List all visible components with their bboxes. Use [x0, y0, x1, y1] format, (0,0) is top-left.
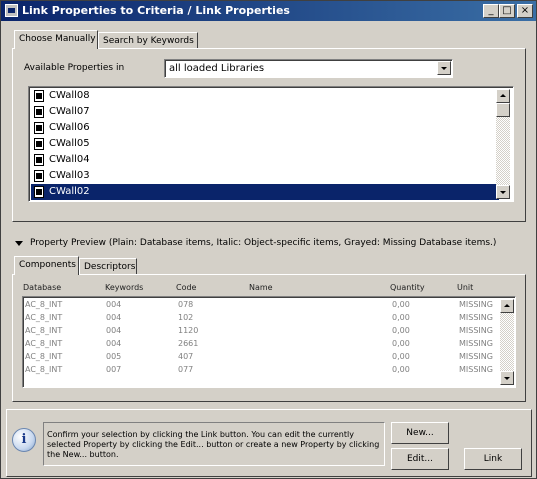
cell-code: 102 — [178, 313, 194, 322]
cell-unit: MISSING — [459, 365, 493, 374]
list-item-label: CWall03 — [49, 170, 90, 181]
library-select-value: all loaded Libraries — [169, 63, 265, 74]
edit-button-label: Edit... — [406, 454, 433, 464]
list-item[interactable]: CWall07 — [31, 104, 499, 120]
scroll-track[interactable] — [496, 117, 510, 185]
list-item-label: CWall02 — [49, 186, 90, 197]
property-icon — [34, 170, 44, 182]
property-preview-label: Property Preview (Plain: Database items,… — [30, 238, 497, 248]
column-header-keywords: Keywords — [105, 283, 144, 292]
link-button[interactable]: Link — [464, 448, 522, 470]
cell-database: AC_8_INT — [25, 339, 63, 348]
title-bar[interactable]: Link Properties to Criteria / Link Prope… — [1, 1, 536, 21]
app-icon — [5, 4, 18, 17]
column-header-code: Code — [176, 283, 197, 292]
cell-unit: MISSING — [459, 300, 493, 309]
close-button[interactable]: × — [517, 4, 533, 18]
info-icon — [12, 428, 36, 452]
info-message: Confirm your selection by clicking the L… — [43, 422, 385, 466]
components-table[interactable]: AC_8_INT 004 078 0,00 MISSING AC_8_INT 0… — [22, 296, 516, 388]
window-title: Link Properties to Criteria / Link Prope… — [22, 4, 290, 17]
edit-button[interactable]: Edit... — [391, 448, 449, 470]
list-item-label: CWall07 — [49, 106, 90, 117]
property-icon — [34, 122, 44, 134]
list-item-label: CWall05 — [49, 138, 90, 149]
cell-code: 407 — [178, 352, 194, 361]
cell-keywords: 004 — [106, 313, 122, 322]
cell-unit: MISSING — [459, 313, 493, 322]
property-icon — [34, 106, 44, 118]
property-icon — [34, 138, 44, 150]
library-select[interactable]: all loaded Libraries — [164, 59, 453, 78]
column-header-name: Name — [249, 283, 273, 292]
list-item[interactable]: CWall05 — [31, 136, 499, 152]
cell-keywords: 007 — [106, 365, 122, 374]
cell-database: AC_8_INT — [25, 326, 63, 335]
property-icon — [34, 154, 44, 166]
cell-quantity: 0,00 — [392, 313, 410, 322]
property-icon — [34, 90, 44, 102]
collapse-triangle-icon[interactable] — [15, 241, 23, 246]
list-item[interactable]: CWall08 — [31, 88, 499, 104]
column-header-database: Database — [23, 283, 62, 292]
cell-quantity: 0,00 — [392, 365, 410, 374]
list-item-selected[interactable]: CWall02 — [31, 184, 499, 200]
minimize-button[interactable]: _ — [483, 4, 499, 18]
available-properties-label: Available Properties in — [24, 63, 125, 73]
components-table-scrollbar[interactable] — [500, 299, 514, 385]
scroll-thumb[interactable] — [496, 103, 510, 117]
property-icon — [34, 186, 44, 198]
cell-database: AC_8_INT — [25, 300, 63, 309]
list-item-label: CWall06 — [49, 122, 90, 133]
new-button-label: New... — [406, 428, 434, 438]
tab-components[interactable]: Components — [14, 256, 79, 275]
tab-search-by-keywords[interactable]: Search by Keywords — [98, 32, 198, 49]
new-button[interactable]: New... — [391, 422, 449, 444]
cell-code: 077 — [178, 365, 194, 374]
cell-database: AC_8_INT — [25, 352, 63, 361]
cell-keywords: 004 — [106, 300, 122, 309]
cell-keywords: 004 — [106, 326, 122, 335]
scroll-down-icon[interactable] — [500, 371, 514, 385]
maximize-button[interactable]: □ — [499, 4, 515, 18]
cell-unit: MISSING — [459, 352, 493, 361]
scroll-up-icon[interactable] — [496, 89, 510, 103]
cell-database: AC_8_INT — [25, 313, 63, 322]
list-item[interactable]: CWall04 — [31, 152, 499, 168]
cell-unit: MISSING — [459, 326, 493, 335]
cell-code: 078 — [178, 300, 194, 309]
list-item-label: CWall04 — [49, 154, 90, 165]
property-list[interactable]: CWall08 CWall07 CWall06 CWall05 CWall04 … — [28, 86, 514, 202]
chevron-down-icon[interactable] — [437, 61, 451, 75]
scroll-up-icon[interactable] — [500, 299, 514, 313]
cell-code: 2661 — [178, 339, 199, 348]
cell-unit: MISSING — [459, 339, 493, 348]
cell-quantity: 0,00 — [392, 300, 410, 309]
list-item-label: CWall08 — [49, 90, 90, 101]
property-list-scrollbar[interactable] — [496, 89, 510, 199]
scroll-track[interactable] — [500, 313, 514, 371]
link-button-label: Link — [483, 454, 503, 464]
cell-quantity: 0,00 — [392, 339, 410, 348]
cell-keywords: 005 — [106, 352, 122, 361]
cell-quantity: 0,00 — [392, 352, 410, 361]
tab-choose-manually[interactable]: Choose Manually — [14, 30, 98, 49]
cell-code: 1120 — [178, 326, 199, 335]
column-header-quantity: Quantity — [390, 283, 425, 292]
cell-quantity: 0,00 — [392, 326, 410, 335]
link-properties-dialog: Link Properties to Criteria / Link Prope… — [0, 0, 537, 479]
tab-descriptors[interactable]: Descriptors — [79, 258, 137, 275]
column-header-unit: Unit — [457, 283, 474, 292]
cell-keywords: 004 — [106, 339, 122, 348]
list-item[interactable]: CWall06 — [31, 120, 499, 136]
list-item[interactable]: CWall03 — [31, 168, 499, 184]
cell-database: AC_8_INT — [25, 365, 63, 374]
scroll-down-icon[interactable] — [496, 185, 510, 199]
